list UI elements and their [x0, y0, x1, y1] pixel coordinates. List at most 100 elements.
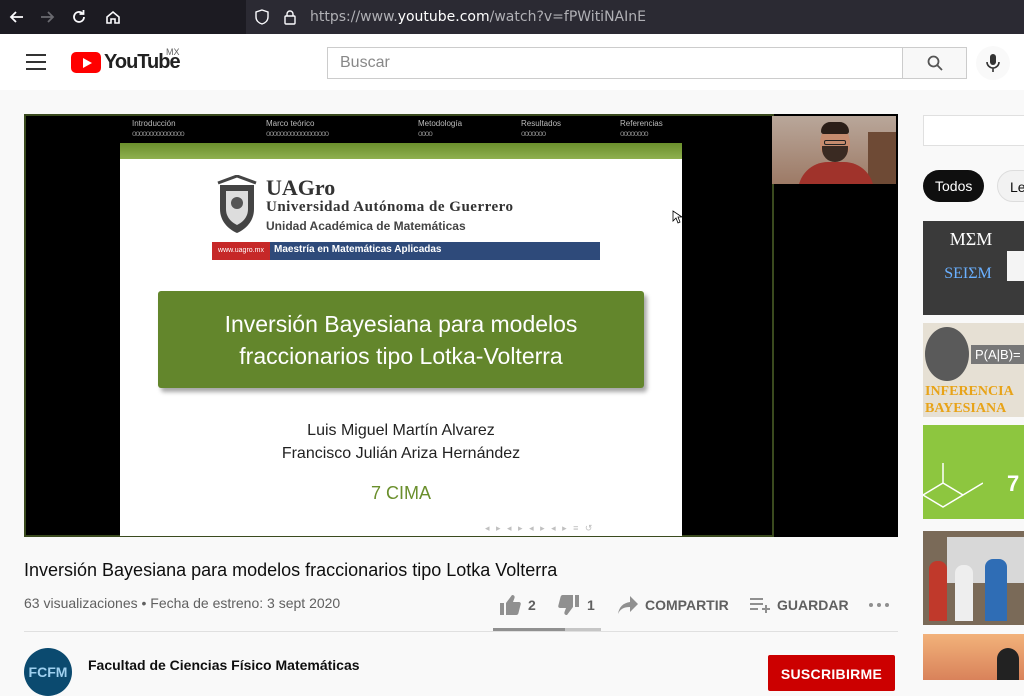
program-bar: www.uagro.mx Maestría en Matemáticas Apl… [212, 242, 600, 260]
person-shape [929, 561, 947, 621]
dislike-button[interactable]: 1 [557, 593, 595, 617]
chip-all[interactable]: Todos [923, 170, 985, 202]
slide-nav-item: Marco teórico [266, 119, 315, 128]
person-silhouette [997, 648, 1019, 680]
thumb-text: MΣM [949, 229, 993, 249]
home-button[interactable] [96, 0, 130, 34]
presentation-area: Introducción ooooooooooooooo Marco teóri… [24, 114, 774, 537]
more-horizontal-icon [869, 603, 889, 607]
org-unit: Unidad Académica de Matemáticas [266, 219, 466, 233]
voice-search-button[interactable] [976, 46, 1010, 80]
event-name: 7 CIMA [370, 483, 431, 503]
url-text: https://www.youtube.com/watch?v=fPWitiNA… [310, 9, 646, 25]
slide-navigation-controls: ◂ ▸ ◂ ▸ ◂ ▸ ◂ ▸ ≡ ↺ [485, 523, 595, 533]
geometric-pattern-icon [923, 463, 983, 508]
talk-title-line2: fraccionarios tipo Lotka-Volterra [239, 342, 563, 369]
thumb-side-panel [1007, 251, 1024, 281]
search-button[interactable] [902, 47, 967, 79]
person-shape [955, 565, 973, 621]
author-name: Francisco Julián Ariza Hernández [281, 445, 521, 462]
country-code: MX [166, 47, 180, 57]
subscribe-button[interactable]: SUSCRIBIRME [768, 655, 895, 691]
slide-nav-item: Referencias [620, 119, 663, 128]
lock-icon [284, 10, 296, 25]
org-site: www.uagro.mx [212, 242, 270, 260]
more-actions-button[interactable] [868, 593, 890, 617]
recommended-thumbnail[interactable]: 7 [923, 425, 1024, 519]
background-shelf [868, 132, 896, 184]
mouse-cursor-icon [672, 210, 682, 224]
org-name: Universidad Autónoma de Guerrero [266, 199, 514, 215]
share-button[interactable]: COMPARTIR [617, 593, 729, 617]
reload-button[interactable] [62, 0, 96, 34]
channel-avatar[interactable]: FCFM [24, 648, 72, 696]
browser-toolbar: https://www.youtube.com/watch?v=fPWitiNA… [0, 0, 1024, 34]
presenter-hair [821, 122, 849, 134]
thumb-number: 7 [1007, 471, 1020, 496]
youtube-header: YouTube MX [0, 34, 1024, 90]
thumb-caption-line: BAYESIANA [925, 401, 1007, 416]
org-short: UAGro [266, 175, 336, 200]
person-shape [985, 559, 1007, 621]
playlist-add-icon [750, 598, 770, 613]
microphone-icon [986, 54, 1000, 72]
author-name: Luis Miguel Martín Alvarez [307, 422, 495, 439]
slide-nav-item: Introducción [132, 119, 176, 128]
presenter-glasses [824, 140, 846, 145]
back-button[interactable] [0, 0, 34, 34]
save-label: GUARDAR [777, 597, 849, 613]
talk-title-line1: Inversión Bayesiana para modelos [224, 310, 578, 337]
url-prefix: https://www. [310, 9, 398, 25]
channel-name[interactable]: Facultad de Ciencias Físico Matemáticas [88, 657, 360, 673]
chip-related[interactable]: Le [997, 170, 1024, 202]
video-player[interactable]: Introducción ooooooooooooooo Marco teóri… [24, 114, 898, 537]
url-domain: youtube.com [397, 9, 490, 25]
save-button[interactable]: GUARDAR [749, 593, 849, 617]
portrait-shape [925, 327, 969, 381]
home-icon [106, 10, 120, 24]
slide-section-nav: Introducción ooooooooooooooo Marco teóri… [26, 116, 772, 146]
program-name: Maestría en Matemáticas Aplicadas [274, 244, 442, 255]
thumb-text: SEIΣM [944, 265, 992, 282]
thumb-formula: P(A|B)= [971, 345, 1024, 364]
recommended-thumbnail[interactable]: P(A|B)= INFERENCIA BAYESIANA [923, 323, 1024, 417]
slide-nav-dots: oooo [418, 129, 433, 138]
recommended-thumbnail[interactable] [923, 634, 1024, 680]
slide-nav-dots: oooooooo [620, 129, 649, 138]
university-header: UAGro Universidad Autónoma de Guerrero U… [212, 173, 602, 273]
youtube-logo[interactable]: YouTube [71, 51, 181, 74]
shield-icon [255, 9, 269, 25]
hamburger-menu-icon[interactable] [26, 54, 46, 70]
like-count: 2 [528, 597, 536, 613]
thumbs-down-icon [558, 595, 579, 615]
recommended-thumbnail[interactable]: MΣM SEIΣM [923, 221, 1024, 315]
search-box[interactable] [327, 47, 903, 79]
presenter-beard [822, 146, 848, 162]
chat-replay-box[interactable] [923, 115, 1024, 146]
dislike-count: 1 [587, 597, 595, 613]
authors: Luis Miguel Martín Alvarez Francisco Jul… [120, 419, 682, 465]
info-divider [24, 631, 898, 632]
reload-icon [73, 10, 85, 23]
video-title: Inversión Bayesiana para modelos fraccio… [24, 560, 558, 580]
search-input[interactable] [340, 54, 902, 72]
thumbs-up-icon [500, 595, 521, 615]
thumb-caption: INFERENCIA BAYESIANA [925, 383, 1014, 417]
url-path: /watch?v=fPWitiNAInE [489, 9, 646, 25]
share-icon [618, 596, 638, 614]
slide-top-band [120, 143, 682, 159]
slide-nav-item: Resultados [521, 119, 562, 128]
slide-nav-dots: ooooooo [521, 129, 546, 138]
recommended-thumbnail[interactable] [923, 531, 1024, 625]
video-meta: 63 visualizaciones • Fecha de estreno: 3… [24, 595, 341, 611]
thumb-caption-line: INFERENCIA [925, 384, 1014, 399]
search-icon [927, 55, 943, 71]
address-bar[interactable]: https://www.youtube.com/watch?v=fPWitiNA… [246, 0, 1024, 34]
talk-title-box: Inversión Bayesiana para modelos fraccio… [158, 291, 644, 388]
arrow-left-icon [9, 11, 23, 23]
presenter-body [798, 162, 874, 184]
like-button[interactable]: 2 [498, 593, 536, 617]
forward-button[interactable] [30, 0, 64, 34]
slide-nav-dots: ooooooooooooooo [132, 129, 185, 138]
slide-nav-dots: oooooooooooooooooo [266, 129, 329, 138]
